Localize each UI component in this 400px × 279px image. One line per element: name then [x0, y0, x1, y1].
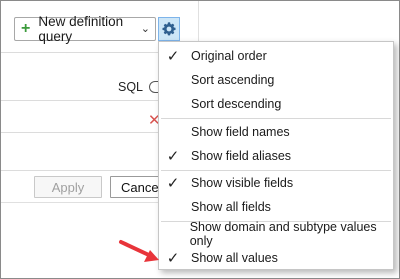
new-definition-query-label: New definition query — [38, 14, 124, 44]
new-definition-query-button[interactable]: + New definition query ⌄ — [14, 14, 156, 44]
plus-icon: + — [21, 20, 31, 37]
menu-item-show-all-fields[interactable]: Show all fields — [159, 195, 393, 219]
menu-item-show-field-names[interactable]: Show field names — [159, 120, 393, 144]
menu-item-sort-ascending[interactable]: Sort ascending — [159, 68, 393, 92]
menu-item-label: Show visible fields — [191, 176, 294, 190]
menu-item-label: Show field names — [191, 125, 290, 139]
menu-item-label: Show field aliases — [191, 149, 292, 163]
options-gear-button[interactable] — [158, 17, 180, 41]
menu-item-show-domain-subtype-values[interactable]: Show domain and subtype values only — [159, 220, 393, 248]
menu-item-label: Show all values — [191, 251, 278, 265]
gear-icon — [162, 22, 176, 36]
menu-item-original-order[interactable]: ✓ Original order — [159, 44, 393, 68]
chevron-down-icon[interactable]: ⌄ — [141, 22, 150, 35]
menu-divider — [161, 118, 391, 119]
menu-item-label: Show all fields — [191, 200, 271, 214]
checkmark-icon: ✓ — [166, 48, 180, 65]
checkmark-icon: ✓ — [166, 175, 180, 192]
menu-item-label: Original order — [191, 49, 267, 63]
apply-button[interactable]: Apply — [34, 176, 102, 198]
sql-label: SQL — [118, 80, 144, 94]
menu-item-sort-descending[interactable]: Sort descending — [159, 92, 393, 116]
checkmark-icon: ✓ — [166, 250, 180, 267]
red-pointer-arrow-icon — [119, 240, 159, 262]
menu-item-label: Sort descending — [191, 97, 282, 111]
options-dropdown-menu: ✓ Original order Sort ascending Sort des… — [158, 41, 394, 270]
menu-item-show-all-values[interactable]: ✓ Show all values — [159, 246, 393, 270]
menu-item-show-field-aliases[interactable]: ✓ Show field aliases — [159, 144, 393, 168]
menu-item-show-visible-fields[interactable]: ✓ Show visible fields — [159, 171, 393, 195]
menu-item-label: Sort ascending — [191, 73, 275, 87]
checkmark-icon: ✓ — [166, 148, 180, 165]
menu-item-label: Show domain and subtype values only — [189, 220, 377, 248]
